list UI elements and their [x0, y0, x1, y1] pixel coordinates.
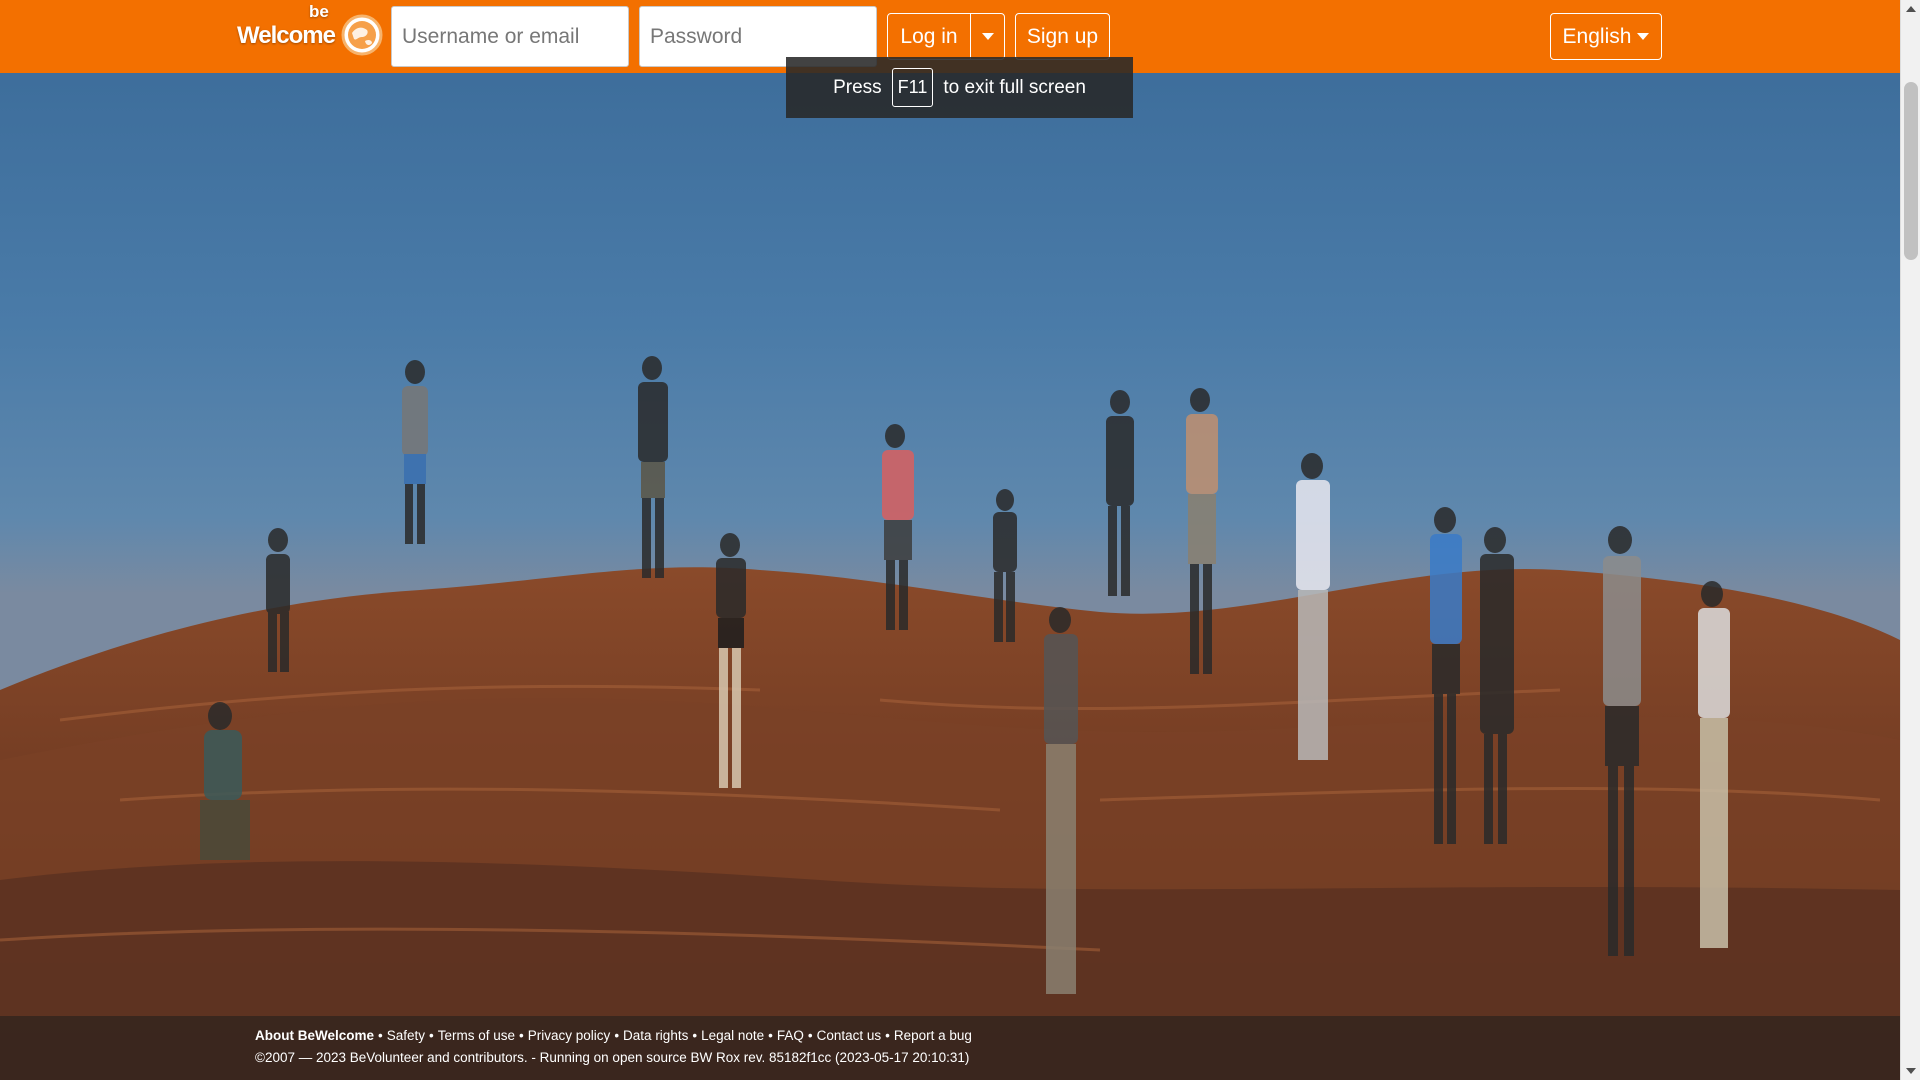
footer-link-contact[interactable]: Contact us [817, 1028, 882, 1043]
bewelcome-logo[interactable]: Welcome be [237, 2, 387, 60]
footer-separator: • [807, 1028, 813, 1043]
scroll-down-arrow-icon[interactable] [1906, 1068, 1916, 1074]
footer-separator: • [692, 1028, 698, 1043]
footer-separator: • [885, 1028, 890, 1043]
footer-separator: • [768, 1028, 773, 1043]
globe-icon [341, 14, 383, 56]
footer-link-terms[interactable]: Terms of use [438, 1028, 515, 1043]
fullscreen-notice-suffix: to exit full screen [943, 76, 1086, 98]
page-scrollbar[interactable] [1900, 0, 1920, 1080]
language-dropdown[interactable]: English [1550, 13, 1662, 60]
logo-be: be [309, 2, 329, 21]
username-input[interactable] [391, 6, 629, 67]
footer-separator: • [519, 1028, 524, 1043]
footer-copyright: ©2007 — 2023 BeVolunteer and contributor… [255, 1050, 970, 1065]
login-button[interactable]: Log in [887, 13, 971, 60]
language-label: English [1562, 24, 1632, 48]
footer-link-about[interactable]: About BeWelcome [255, 1028, 374, 1043]
fullscreen-notice-key: F11 [891, 68, 934, 107]
footer-link-data-rights[interactable]: Data rights [623, 1028, 688, 1043]
footer-link-faq[interactable]: FAQ [777, 1028, 804, 1043]
login-options-toggle[interactable] [970, 13, 1005, 60]
fullscreen-notice: Press F11 to exit full screen [786, 57, 1133, 118]
logo-wordmark: Welcome [237, 22, 336, 49]
footer-link-legal[interactable]: Legal note [701, 1028, 764, 1043]
fullscreen-notice-press: Press [833, 76, 882, 98]
caret-down-icon [981, 33, 994, 40]
footer-link-privacy[interactable]: Privacy policy [528, 1028, 611, 1043]
footer-separator: • [614, 1028, 620, 1043]
caret-down-icon [1637, 33, 1650, 40]
footer-link-report-bug[interactable]: Report a bug [894, 1028, 972, 1043]
footer-separator: • [378, 1028, 383, 1043]
hero-photo [0, 356, 1900, 1080]
footer-link-safety[interactable]: Safety [387, 1028, 425, 1043]
footer-separator: • [429, 1028, 434, 1043]
signup-button[interactable]: Sign up [1015, 13, 1110, 60]
footer: About BeWelcome • Safety • Terms of use … [0, 1016, 1900, 1080]
scroll-up-arrow-icon[interactable] [1906, 6, 1916, 12]
scroll-thumb[interactable] [1904, 82, 1918, 260]
hero-background [0, 0, 1900, 1080]
footer-links: About BeWelcome • Safety • Terms of use … [255, 1028, 972, 1043]
